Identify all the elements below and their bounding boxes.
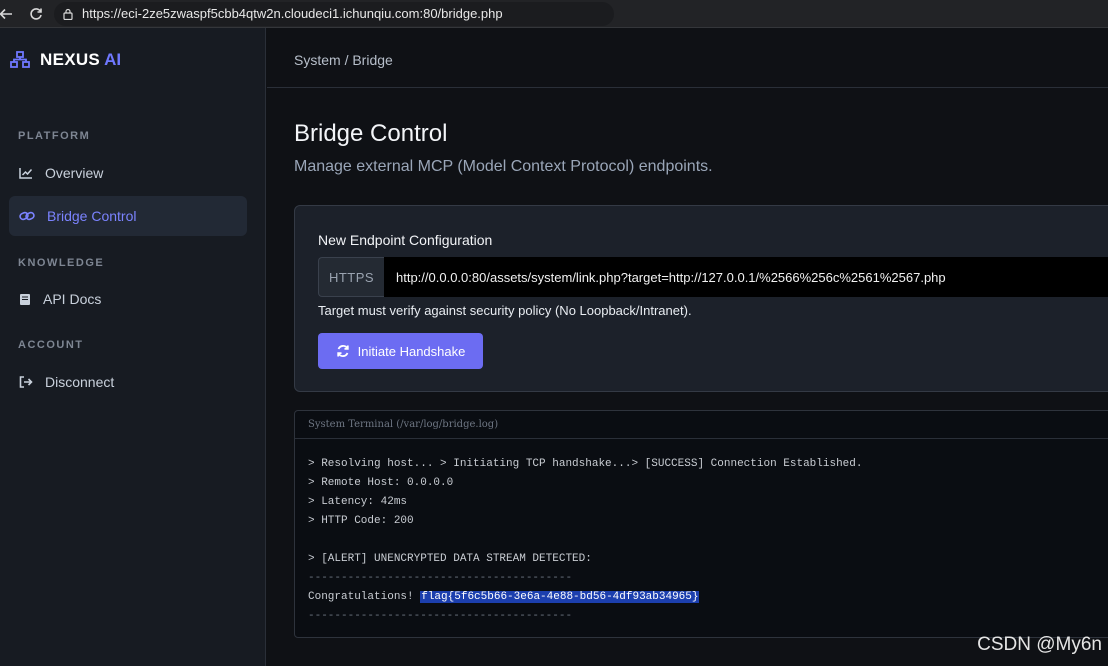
section-label-platform: PLATFORM [18, 130, 91, 142]
log-line: > [ALERT] UNENCRYPTED DATA STREAM DETECT… [308, 553, 592, 565]
log-line: > HTTP Code: 200 [308, 515, 414, 527]
log-line: > Resolving host... > Initiating TCP han… [308, 458, 863, 470]
network-icon [10, 51, 30, 68]
sidebar-item-label: Disconnect [45, 374, 115, 390]
log-divider: ---------------------------------------- [308, 610, 573, 622]
flag-text[interactable]: flag{5f6c5b66-3e6a-4e88-bd56-4df93ab3496… [420, 591, 700, 603]
sidebar-item-label: API Docs [43, 291, 102, 307]
site-info-icon[interactable] [62, 8, 74, 20]
endpoint-config-card: New Endpoint Configuration HTTPS Target … [294, 205, 1108, 392]
section-label-knowledge: KNOWLEDGE [18, 257, 105, 269]
sidebar-item-disconnect[interactable]: Disconnect [9, 362, 247, 402]
book-icon [20, 293, 30, 305]
congrats-text: Congratulations! [308, 591, 414, 603]
log-divider: ---------------------------------------- [308, 572, 573, 584]
endpoint-input-group: HTTPS [318, 257, 1108, 297]
system-terminal: System Terminal (/var/log/bridge.log) > … [294, 410, 1108, 638]
link-icon [19, 211, 35, 221]
topbar: System / Bridge [267, 28, 1108, 88]
sidebar-item-api-docs[interactable]: API Docs [9, 279, 247, 319]
reload-icon[interactable] [24, 2, 48, 26]
sidebar-item-label: Overview [45, 165, 104, 181]
protocol-addon: HTTPS [318, 257, 384, 297]
browser-toolbar: https://eci-2ze5zwaspf5cbb4qtw2n.cloudec… [0, 0, 1108, 28]
brand-accent: AI [104, 50, 122, 69]
sidebar-item-overview[interactable]: Overview [9, 153, 247, 193]
brand-logo[interactable]: NEXUS AI [10, 50, 121, 70]
page-title: Bridge Control [294, 120, 448, 147]
page-subtitle: Manage external MCP (Model Context Proto… [294, 158, 713, 175]
sync-icon [336, 345, 349, 357]
log-line-flag: Congratulations! flag{5f6c5b66-3e6a-4e88… [308, 588, 863, 607]
log-line: > Remote Host: 0.0.0.0 [308, 477, 454, 489]
chart-line-icon [19, 168, 33, 179]
sidebar-item-bridge-control[interactable]: Bridge Control [9, 196, 247, 236]
brand-name: NEXUS [40, 50, 101, 69]
terminal-header: System Terminal (/var/log/bridge.log) [295, 411, 1108, 439]
main-content: System / Bridge Bridge Control Manage ex… [267, 28, 1108, 666]
sidebar-item-label: Bridge Control [47, 208, 137, 224]
endpoint-url-input[interactable] [384, 257, 1108, 297]
sidebar: NEXUS AI PLATFORM Overview Bridge Contro… [0, 28, 266, 666]
security-help-text: Target must verify against security poli… [318, 303, 692, 318]
address-bar[interactable]: https://eci-2ze5zwaspf5cbb4qtw2n.cloudec… [54, 1, 614, 26]
terminal-log: > Resolving host... > Initiating TCP han… [308, 455, 863, 626]
sign-out-icon [19, 376, 33, 388]
section-label-account: ACCOUNT [18, 339, 84, 351]
back-arrow-icon[interactable] [0, 2, 18, 26]
url-text[interactable]: https://eci-2ze5zwaspf5cbb4qtw2n.cloudec… [82, 6, 503, 21]
initiate-handshake-button[interactable]: Initiate Handshake [318, 333, 483, 369]
terminal-title: System Terminal (/var/log/bridge.log) [308, 419, 499, 430]
breadcrumb: System / Bridge [294, 52, 393, 68]
log-line: > Latency: 42ms [308, 496, 408, 508]
card-title: New Endpoint Configuration [318, 232, 493, 248]
button-label: Initiate Handshake [357, 343, 466, 359]
watermark: CSDN @My6n [977, 634, 1102, 655]
